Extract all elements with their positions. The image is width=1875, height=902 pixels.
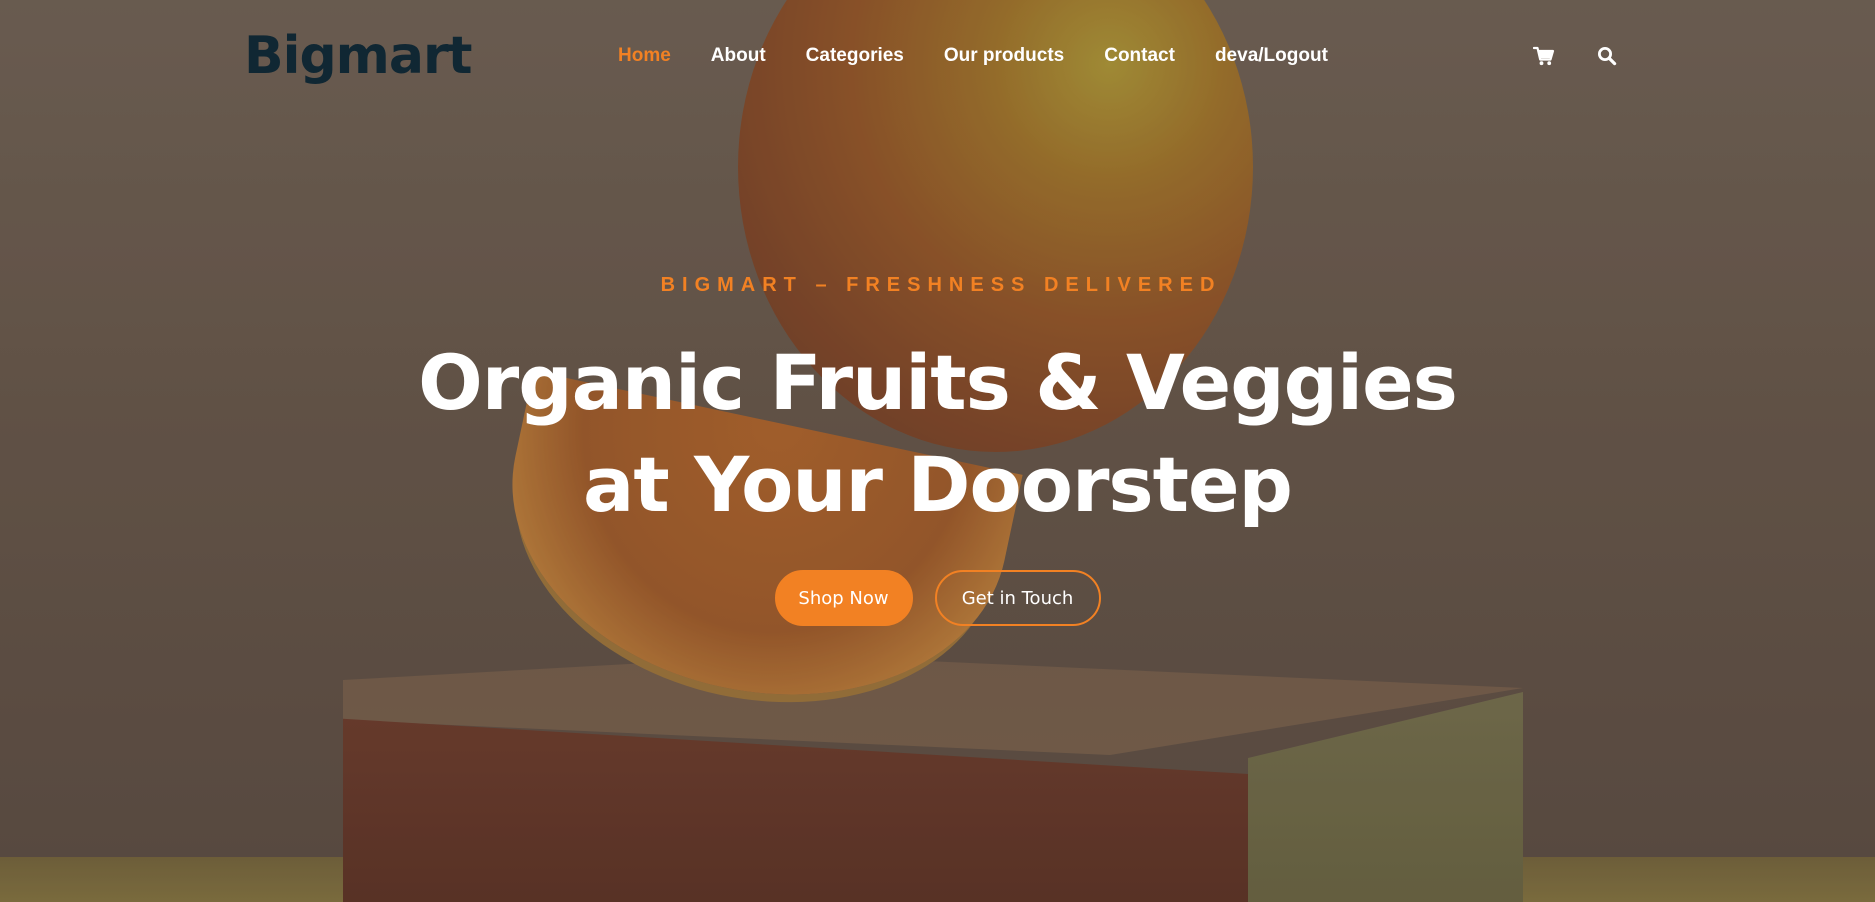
hero-title: Organic Fruits & Veggies at Your Doorste… — [0, 332, 1875, 536]
nav-item-our-products[interactable]: Our products — [944, 44, 1064, 68]
nav-item-contact[interactable]: Contact — [1104, 44, 1175, 68]
hero-buttons: Shop Now Get in Touch — [0, 570, 1875, 626]
hero-title-line-1: Organic Fruits & Veggies — [418, 338, 1458, 427]
site-header: Bigmart Home About Categories Our produc… — [0, 0, 1875, 112]
nav-item-home[interactable]: Home — [618, 44, 671, 68]
search-icon[interactable] — [1595, 44, 1619, 68]
shop-now-button[interactable]: Shop Now — [774, 570, 913, 626]
site-logo[interactable]: Bigmart — [244, 22, 472, 90]
nav-item-about[interactable]: About — [711, 44, 766, 68]
hero-title-line-2: at Your Doorstep — [583, 440, 1293, 529]
hero-subtitle: BIGMART – FRESHNESS DELIVERED — [660, 274, 1222, 296]
landing-page: Bigmart Home About Categories Our produc… — [0, 0, 1875, 902]
main-nav: Home About Categories Our products Conta… — [618, 44, 1328, 68]
nav-item-categories[interactable]: Categories — [806, 44, 904, 68]
nav-item-logout[interactable]: deva/Logout — [1215, 44, 1328, 68]
get-in-touch-button[interactable]: Get in Touch — [934, 570, 1101, 626]
header-icons — [1532, 44, 1619, 68]
cart-icon[interactable] — [1532, 44, 1556, 68]
hero-section: BIGMART – FRESHNESS DELIVERED Organic Fr… — [0, 260, 1875, 626]
